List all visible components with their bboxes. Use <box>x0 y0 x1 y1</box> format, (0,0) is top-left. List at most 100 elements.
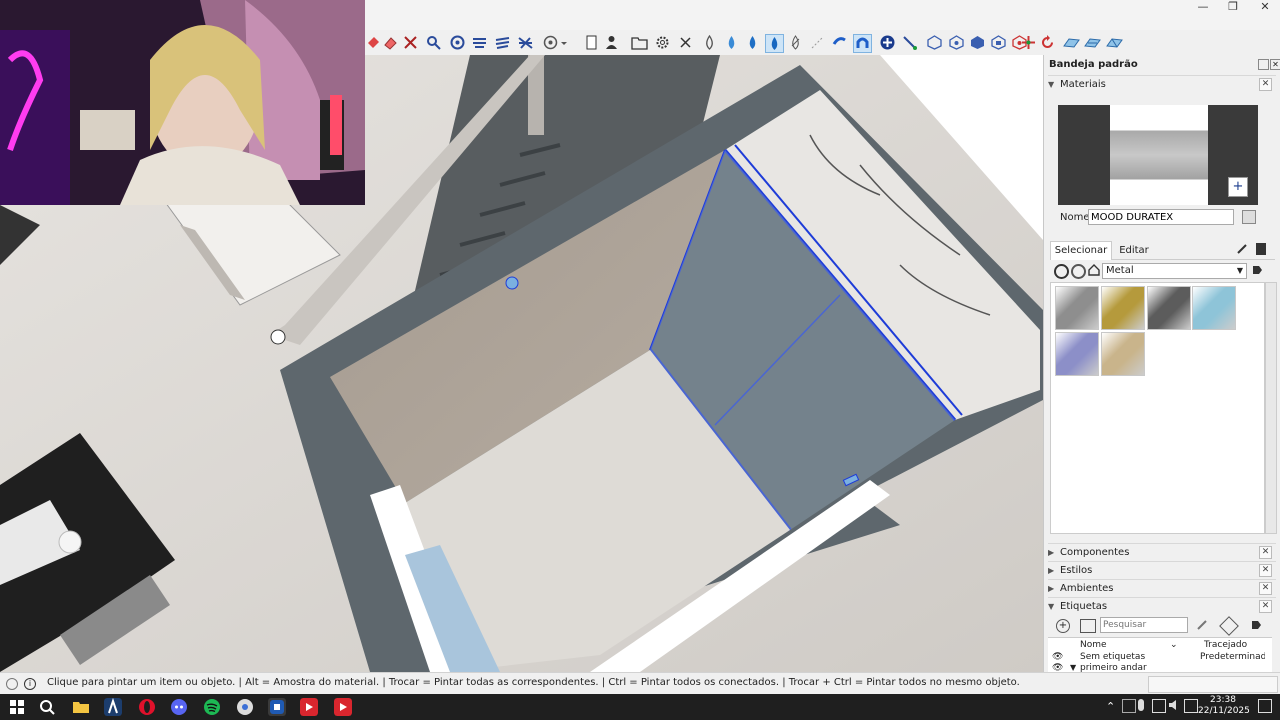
sketchup-icon[interactable] <box>268 698 286 716</box>
add-tag-icon[interactable]: + <box>1056 619 1070 633</box>
swatch-purple-metal[interactable] <box>1055 332 1099 376</box>
material-name-input[interactable] <box>1088 209 1234 225</box>
chevron-down-icon[interactable]: ⌄ <box>1170 640 1178 650</box>
line-tool-icon[interactable] <box>901 34 918 51</box>
swatch-scrollbar[interactable] <box>1265 282 1277 534</box>
clock[interactable]: 23:38 22/11/2025 <box>1198 695 1250 717</box>
swatch-blue-metal[interactable] <box>1192 286 1236 330</box>
dropdown-icon[interactable] <box>560 34 568 51</box>
add-folder-icon[interactable] <box>1080 619 1096 633</box>
spotify-icon[interactable] <box>203 698 221 716</box>
environments-close-button[interactable]: ✕ <box>1259 582 1272 595</box>
maximize-button[interactable]: ❐ <box>1218 0 1248 14</box>
chrome-icon[interactable] <box>236 698 254 716</box>
styles-close-button[interactable]: ✕ <box>1259 564 1272 577</box>
geo-icon[interactable] <box>6 678 18 690</box>
gear-icon[interactable] <box>654 34 671 51</box>
swatch-dark-metal[interactable] <box>1147 286 1191 330</box>
tag-row-name[interactable]: Sem etiquetas <box>1080 652 1145 662</box>
swatch-gold[interactable] <box>1101 286 1145 330</box>
discord-icon[interactable] <box>170 698 188 716</box>
magnet-active-icon[interactable] <box>853 34 872 53</box>
back-icon[interactable] <box>1054 264 1069 279</box>
chevron-down-icon[interactable]: ▼ <box>1070 663 1076 672</box>
shape-5-icon[interactable] <box>787 34 804 51</box>
details-icon[interactable] <box>1251 264 1263 276</box>
section-styles[interactable]: ▶ Estilos ✕ <box>1048 561 1276 579</box>
file-explorer-icon[interactable] <box>72 698 90 716</box>
info-icon[interactable]: i <box>24 678 36 690</box>
paint-bucket-icon[interactable] <box>365 34 382 51</box>
home-icon[interactable] <box>1088 264 1100 276</box>
solid-1-icon[interactable] <box>926 34 943 51</box>
battery-icon[interactable] <box>1184 699 1198 713</box>
paint-bucket-small-icon[interactable] <box>1256 243 1266 255</box>
shape-4-icon[interactable] <box>765 34 784 53</box>
section-tags[interactable]: ▼ Etiquetas ✕ <box>1048 597 1276 615</box>
close-window-button[interactable]: ✕ <box>1250 0 1280 14</box>
magnet-icon[interactable] <box>831 34 848 51</box>
sample-paint-icon[interactable] <box>1236 243 1248 255</box>
shape-6-icon[interactable] <box>809 34 826 51</box>
tray-pin-icon[interactable] <box>1258 59 1269 70</box>
create-material-icon[interactable]: + <box>1228 177 1248 197</box>
person-icon[interactable] <box>603 34 620 51</box>
zoom-icon[interactable] <box>425 34 442 51</box>
forward-icon[interactable] <box>1071 264 1086 279</box>
look-around-icon[interactable] <box>542 34 559 51</box>
section-environments[interactable]: ▶ Ambientes ✕ <box>1048 579 1276 597</box>
microphone-icon[interactable] <box>1138 699 1144 711</box>
orbit-icon[interactable] <box>449 34 466 51</box>
network-icon[interactable] <box>1122 699 1136 713</box>
app-red-2-icon[interactable] <box>334 698 352 716</box>
windows-start-icon[interactable] <box>8 698 26 716</box>
material-category-select[interactable]: Metal ▼ <box>1102 263 1247 279</box>
pan-icon[interactable] <box>471 34 488 51</box>
terrain-3-icon[interactable] <box>1106 34 1123 51</box>
eye-icon[interactable]: 👁 <box>1052 652 1063 662</box>
tab-select[interactable]: Selecionar <box>1050 241 1112 260</box>
shape-1-icon[interactable] <box>701 34 718 51</box>
section-plane-icon[interactable] <box>517 34 534 51</box>
tags-close-button[interactable]: ✕ <box>1259 600 1272 613</box>
swatch-champagne[interactable] <box>1101 332 1145 376</box>
autocad-icon[interactable] <box>104 698 122 716</box>
solid-2-icon[interactable] <box>948 34 965 51</box>
volume-icon[interactable] <box>1168 699 1180 711</box>
wifi-icon[interactable] <box>1152 699 1166 713</box>
page-icon[interactable] <box>583 34 600 51</box>
tray-overflow-icon[interactable]: ⌃ <box>1106 700 1115 713</box>
section-materials[interactable]: ▼ Materiais ✕ <box>1048 75 1276 93</box>
terrain-2-icon[interactable] <box>1084 34 1101 51</box>
add-icon[interactable] <box>879 34 896 51</box>
materials-close-button[interactable]: ✕ <box>1259 78 1272 91</box>
tray-close-icon[interactable]: ✕ <box>1270 59 1280 70</box>
tag-paint-icon[interactable] <box>1196 619 1208 631</box>
minimize-button[interactable]: — <box>1188 0 1218 14</box>
tag-style-icon[interactable] <box>1219 616 1239 636</box>
measurements-box[interactable] <box>1148 676 1278 693</box>
app-red-1-icon[interactable] <box>300 698 318 716</box>
terrain-1-icon[interactable] <box>1063 34 1080 51</box>
search-icon[interactable] <box>38 698 56 716</box>
eraser-icon[interactable] <box>382 34 399 51</box>
notification-icon[interactable] <box>1258 699 1272 713</box>
axes-icon[interactable] <box>1020 34 1037 51</box>
walk-icon[interactable] <box>494 34 511 51</box>
shape-2-icon[interactable] <box>723 34 740 51</box>
duplicate-material-icon[interactable] <box>1242 210 1256 224</box>
opera-icon[interactable] <box>138 698 156 716</box>
solid-4-icon[interactable] <box>990 34 1007 51</box>
beam-endpoint[interactable] <box>270 329 286 345</box>
solid-3-icon[interactable] <box>969 34 986 51</box>
components-close-button[interactable]: ✕ <box>1259 546 1272 559</box>
tag-details-icon[interactable] <box>1250 619 1262 631</box>
tab-edit[interactable]: Editar <box>1112 243 1156 259</box>
tag-search-input[interactable] <box>1100 617 1188 633</box>
folder-icon[interactable] <box>631 34 648 51</box>
shape-3-icon[interactable] <box>744 34 761 51</box>
section-components[interactable]: ▶ Componentes ✕ <box>1048 543 1276 561</box>
swatch-steel[interactable] <box>1055 286 1099 330</box>
tag-row-trace[interactable]: Predeterminado <box>1200 652 1265 662</box>
tape-measure-icon[interactable] <box>402 34 419 51</box>
